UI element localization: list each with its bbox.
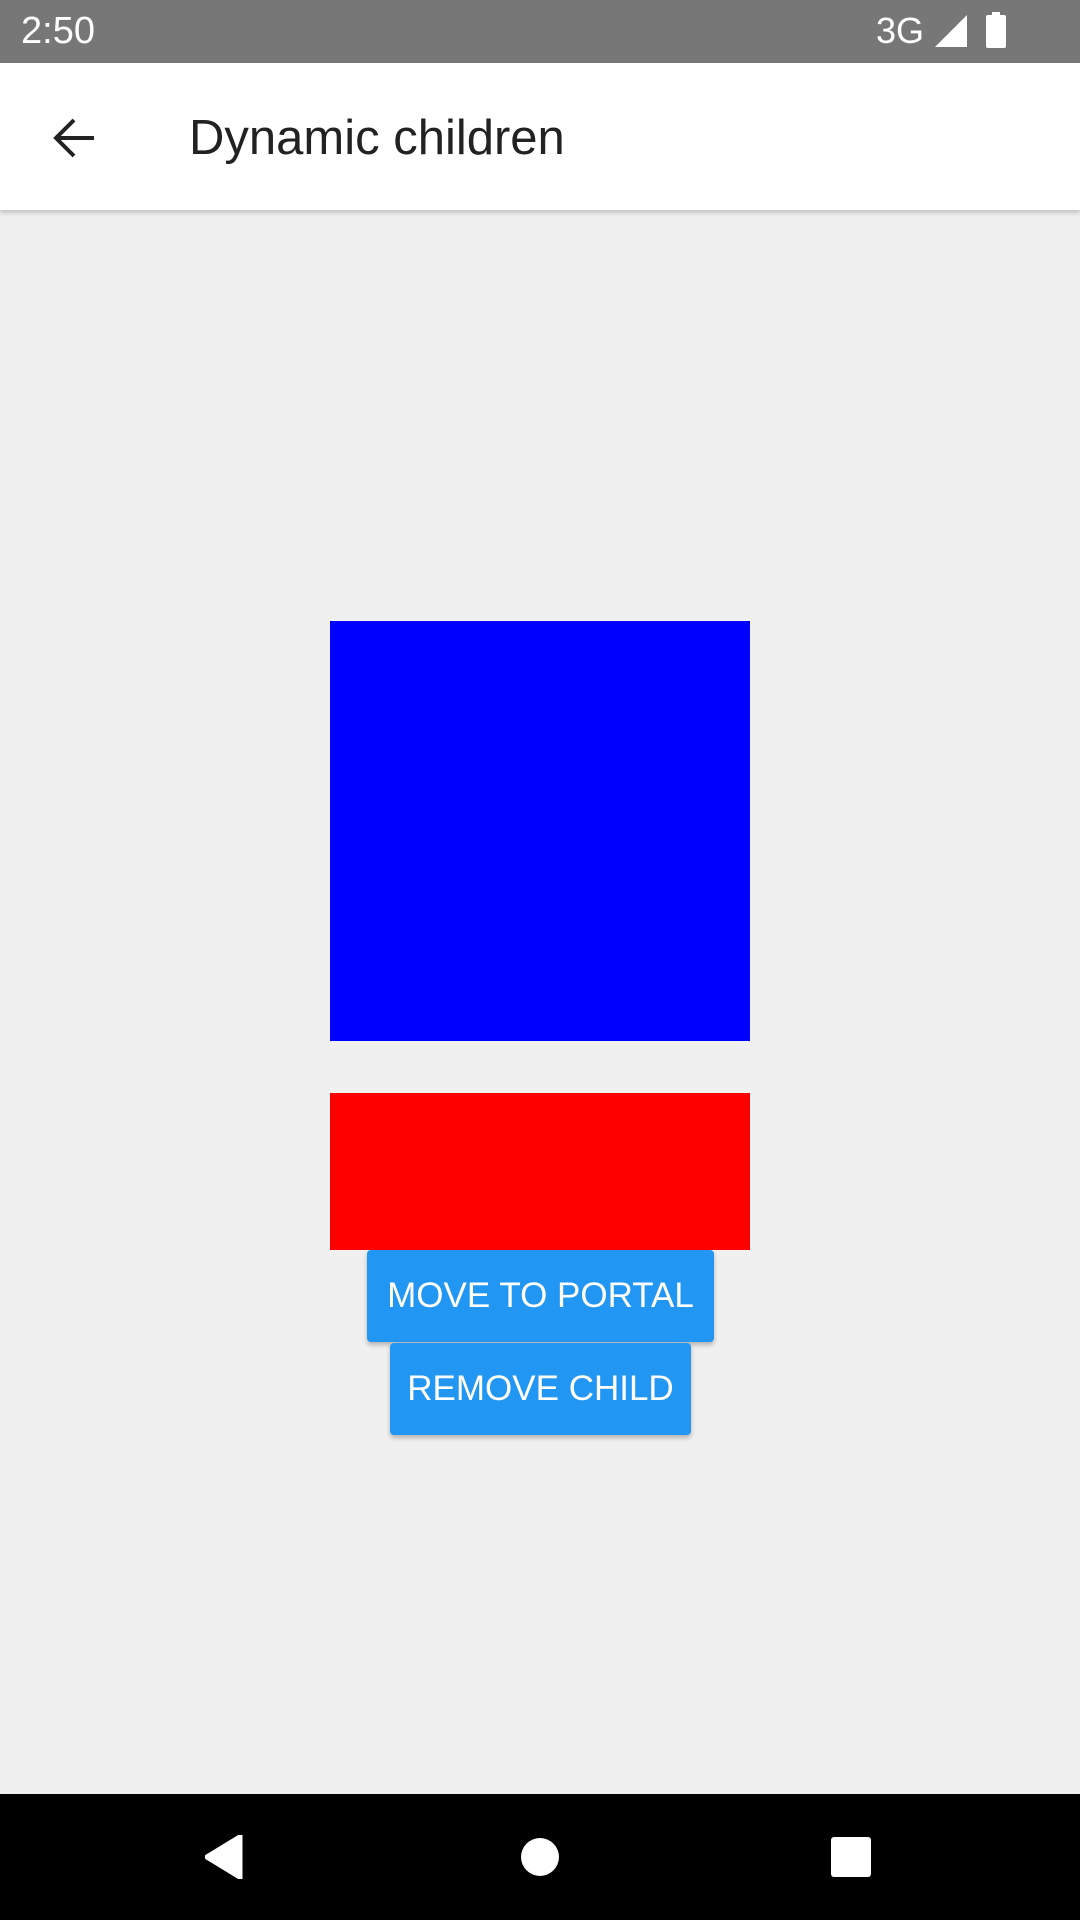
nav-recents-icon <box>831 1837 871 1877</box>
move-to-portal-button[interactable]: MOVE TO PORTAL <box>367 1250 714 1342</box>
battery-icon <box>986 12 1006 48</box>
app-bar: Dynamic children <box>0 63 1080 210</box>
network-type: 3G <box>875 10 924 51</box>
page-title: Dynamic children <box>189 111 565 165</box>
nav-home-button[interactable] <box>500 1817 580 1897</box>
status-time: 2:50 <box>21 10 95 52</box>
arrow-back-icon <box>53 118 94 158</box>
red-box <box>330 1093 750 1250</box>
navigation-bar <box>0 1794 1080 1920</box>
blue-box <box>330 621 750 1041</box>
nav-recents-button[interactable] <box>811 1817 891 1897</box>
status-bar: 2:50 3G <box>0 0 1080 63</box>
nav-back-icon <box>205 1835 243 1879</box>
remove-child-button[interactable]: REMOVE CHILD <box>390 1343 691 1435</box>
signal-icon <box>935 15 967 47</box>
back-button[interactable] <box>34 98 114 178</box>
nav-back-button[interactable] <box>185 1817 265 1897</box>
nav-home-icon <box>521 1838 559 1876</box>
